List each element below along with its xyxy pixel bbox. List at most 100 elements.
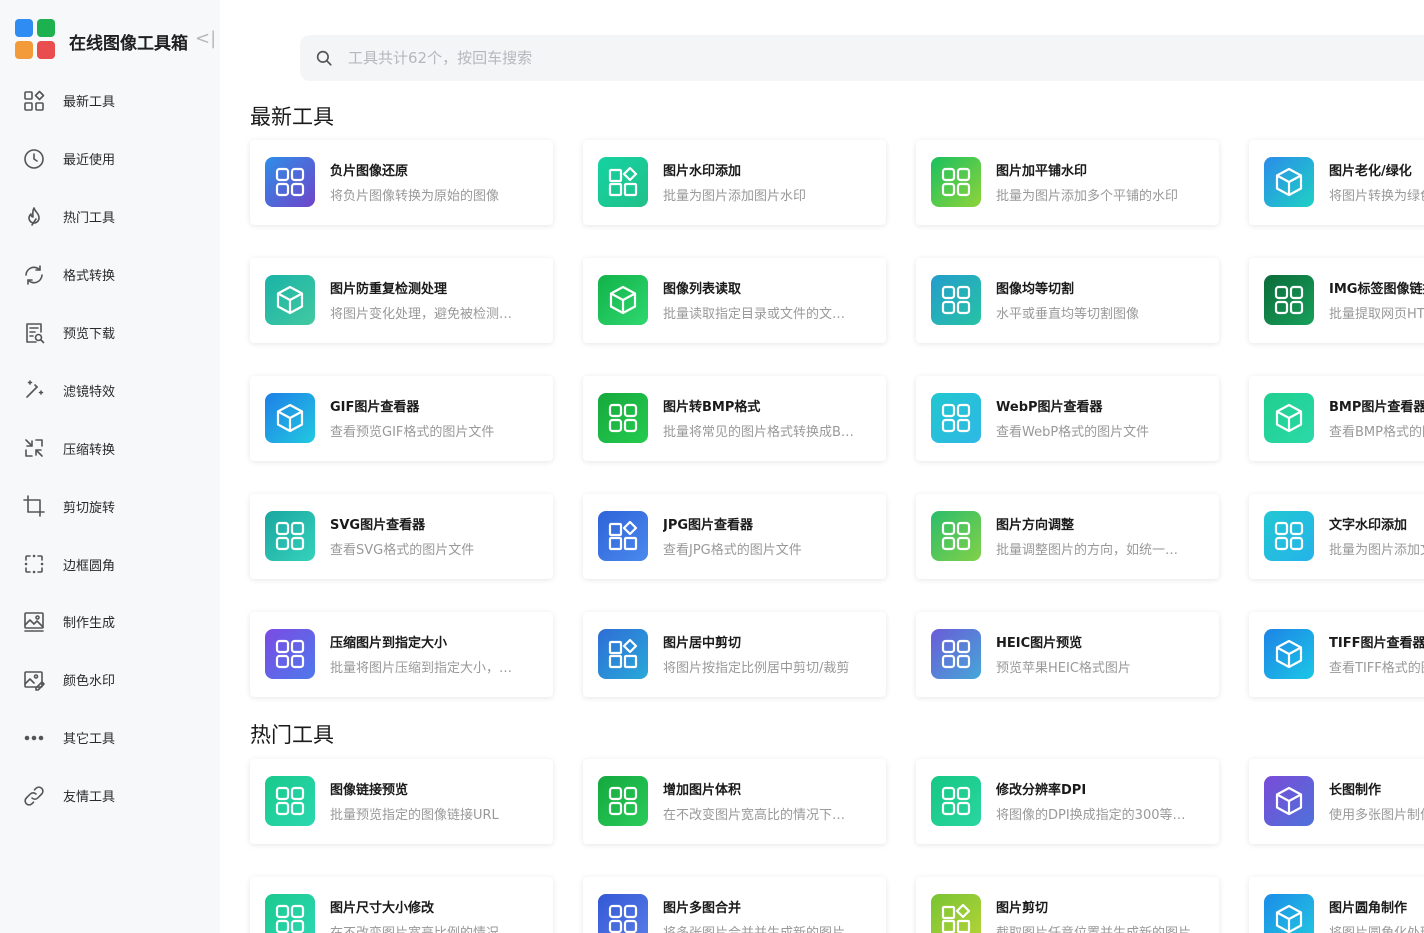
sidebar-item-10[interactable]: 颜色水印 [0,651,220,709]
tool-card[interactable]: 长图制作使用多张图片制作长图 [1249,759,1424,844]
tool-description: 批量将图片压缩到指定大小，如100KB [330,661,525,676]
tool-card[interactable]: 图像链接预览批量预览指定的图像链接URL [250,759,553,844]
sidebar-item-2[interactable]: 热门工具 [0,188,220,246]
tool-card[interactable]: 图片转BMP格式批量将常见的图片格式转换成BMP格式 [583,376,886,461]
tool-icon [598,275,648,325]
tool-card[interactable]: 图片尺寸大小修改在不改变图片宽高比例的情况下修改尺寸 [250,877,553,933]
tool-name: 压缩图片到指定大小 [330,636,448,651]
sidebar-item-6[interactable]: 压缩转换 [0,419,220,477]
tool-card[interactable]: 图片居中剪切 将图片按指定比例居中剪切/裁剪 [583,612,886,697]
tool-card[interactable]: 图片老化/绿化将图片转换为绿色或老化效果 [1249,140,1424,225]
tool-card[interactable]: JPG图片查看器查看JPG格式的图片文件 [583,494,886,579]
tool-name: 增加图片体积 [663,783,742,798]
tool-card[interactable]: HEIC图片预览 预览苹果HEIC格式图片 [916,612,1219,697]
tool-description: 将图片圆角化处理 [1329,922,1424,933]
sidebar-item-5[interactable]: 滤镜特效 [0,361,220,419]
sidebar-item-label: 预览下载 [63,327,116,342]
link-icon [24,785,44,806]
tool-card[interactable]: BMP图片查看器查看BMP格式的图片文件 [1249,376,1424,461]
tool-card[interactable]: 压缩图片到指定大小批量将图片压缩到指定大小，如100KB [250,612,553,697]
grid-diamond-icon [608,166,638,197]
sidebar-item-8[interactable]: 边框圆角 [0,535,220,593]
search-bar[interactable] [300,35,1424,81]
cube-icon [609,285,637,315]
grid-icon [275,639,305,669]
tool-icon [1264,157,1314,207]
tool-name: JPG图片查看器 [663,518,754,533]
sidebar-item-7[interactable]: 剪切旋转 [0,477,220,535]
tool-name: 图片方向调整 [996,518,1075,533]
tool-description: 批量读取指定目录或文件的文件列表 [663,307,858,322]
tool-name: 图像均等切割 [996,282,1075,297]
tool-name: 图片剪切 [996,901,1049,916]
grid-icon [941,521,971,551]
sidebar-item-3[interactable]: 格式转换 [0,246,220,304]
collapse-sidebar-icon[interactable]: <| [195,28,216,49]
sidebar-item-label: 滤镜特效 [63,384,116,400]
tool-card[interactable]: 图片水印添加 批量为图片添加图片水印 [583,140,886,225]
sidebar-item-0[interactable]: 最新工具 [0,72,220,130]
tool-card[interactable]: 图像列表读取 批量读取指定目录或文件的文件列表 [583,258,886,343]
tool-name: 长图制作 [1329,783,1382,798]
tool-grid-popular: 图像链接预览批量预览指定的图像链接URL 增加图片体积在不改变图片宽高比的情况下增… [250,759,1424,933]
tool-card[interactable]: TIFF图片查看器查看TIFF格式的图片文件 [1249,612,1424,697]
tool-card[interactable]: 图片多图合并将多张图片合并并生成新的图片 [583,877,886,933]
sidebar-item-label: 格式转换 [63,269,116,285]
compress-icon [25,439,43,458]
tool-icon [931,275,981,325]
tool-icon [598,511,648,561]
tool-name: 图像链接预览 [330,783,409,798]
tool-card[interactable]: 图片方向调整批量调整图片的方向，如统一为横向或竖向 [916,494,1219,579]
tool-name: SVG图片查看器 [330,518,426,533]
sidebar-item-12[interactable]: 友情工具 [0,767,220,825]
tool-name: 文字水印添加 [1329,518,1408,533]
tool-name: 图片圆角制作 [1329,901,1408,916]
tool-card[interactable]: SVG图片查看器 查看SVG格式的图片文件 [250,494,553,579]
sidebar-item-label: 热门工具 [63,211,116,227]
sidebar-item-11[interactable]: 其它工具 [0,709,220,767]
cube-icon [276,285,304,315]
tool-card[interactable]: 图片加平铺水印 批量为图片添加多个平铺的水印 [916,140,1219,225]
more-icon [24,735,44,741]
tool-description: 查看JPG格式的图片文件 [663,543,802,558]
sidebar-item-label: 其它工具 [63,732,116,748]
tool-description: 水平或垂直均等切割图像 [996,307,1140,322]
tool-icon [931,894,981,933]
tool-description: 批量将常见的图片格式转换成BMP格式 [663,425,858,440]
section-title-latest: 最新工具 [250,105,334,129]
tool-name: 图片水印添加 [663,164,742,179]
sidebar-item-9[interactable]: 制作生成 [0,593,220,651]
tool-description: 查看BMP格式的图片文件 [1329,425,1424,440]
tool-description: 将图像的DPI换成指定的300等分辨率 [996,808,1191,823]
tool-description: 查看WebP格式的图片文件 [996,425,1150,440]
search-icon [316,50,332,66]
grid-icon [608,403,638,433]
tool-name: 修改分辨率DPI [996,783,1087,798]
tool-card[interactable]: 修改分辨率DPI 将图像的DPI换成指定的300等分辨率 [916,759,1219,844]
tool-icon [1264,275,1314,325]
tool-icon [1264,629,1314,679]
tool-card[interactable]: 文字水印添加批量为图片添加文字水印 [1249,494,1424,579]
grid-icon [941,167,971,197]
tool-name: 图片多图合并 [663,901,742,916]
tool-card[interactable]: 增加图片体积在不改变图片宽高比的情况下增加图片体积 [583,759,886,844]
grid-icon [941,786,971,816]
sidebar-item-4[interactable]: 预览下载 [0,304,220,362]
tool-card[interactable]: 图片圆角制作将图片圆角化处理 [1249,877,1424,933]
tool-description: 批量预览指定的图像链接URL [330,808,499,823]
tool-card[interactable]: GIF图片查看器 查看预览GIF格式的图片文件 [250,376,553,461]
tool-card[interactable]: 图片剪切截取图片任意位置并生成新的图片 [916,877,1219,933]
grid-icon [275,904,305,933]
search-input[interactable] [348,35,1248,81]
tool-description: 将多张图片合并并生成新的图片 [663,922,858,933]
tool-card[interactable]: IMG标签图像链接批量提取网页HTML中的图像链接 [1249,258,1424,343]
tool-description: 将图片按指定比例居中剪切/裁剪 [663,661,850,676]
tool-card[interactable]: 图像均等切割水平或垂直均等切割图像 [916,258,1219,343]
tool-description: 在不改变图片宽高比的情况下增加图片体积 [663,808,858,823]
tool-card[interactable]: WebP图片查看器 查看WebP格式的图片文件 [916,376,1219,461]
tool-description: 预览苹果HEIC格式图片 [996,661,1131,676]
tool-card[interactable]: 图片防重复检测处理将图片变化处理，避免被检测为重复图片 [250,258,553,343]
sidebar-item-label: 制作生成 [63,616,116,632]
tool-card[interactable]: 负片图像还原 将负片图像转换为原始的图像 [250,140,553,225]
sidebar-item-1[interactable]: 最近使用 [0,130,220,188]
